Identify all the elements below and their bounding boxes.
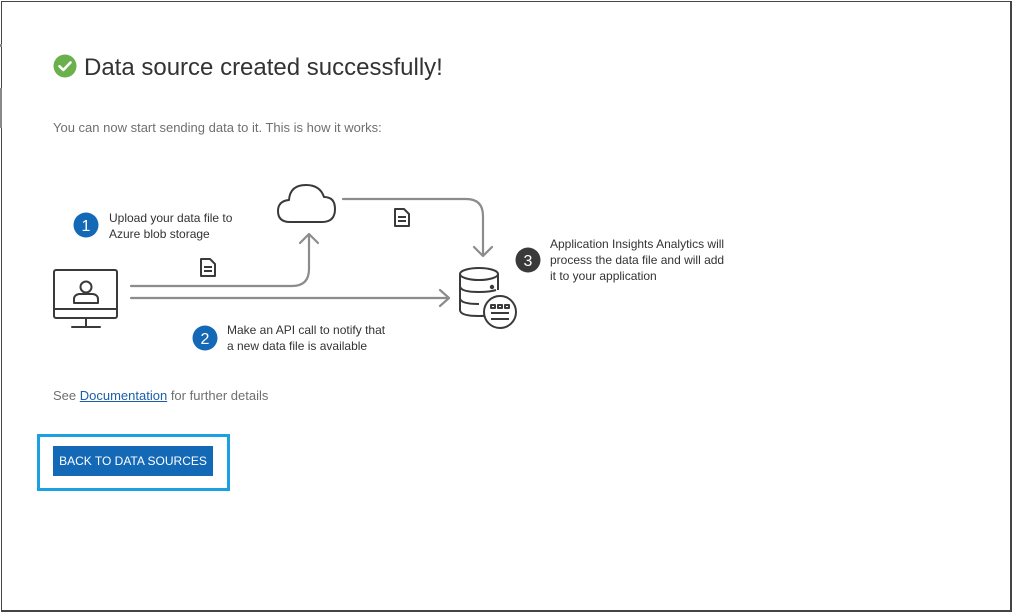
step-3-line: Application Insights Analytics will xyxy=(550,237,725,251)
step-2-label: Make an API call to notify that a new da… xyxy=(227,322,385,354)
step-1-label: Upload your data file to Azure blob stor… xyxy=(109,210,232,242)
step-3-line: it to your application xyxy=(550,269,657,283)
documentation-prefix: See xyxy=(53,388,80,403)
window-edge-mark xyxy=(0,88,2,128)
back-to-data-sources-button[interactable]: BACK TO DATA SOURCES xyxy=(53,446,213,476)
documentation-note: See Documentation for further details xyxy=(53,388,268,403)
check-circle-icon xyxy=(53,54,77,78)
page-title: Data source created successfully! xyxy=(84,54,443,81)
page-container xyxy=(1,1,1012,612)
step-1-line: Azure blob storage xyxy=(109,227,210,241)
step-3-label: Application Insights Analytics will proc… xyxy=(550,236,724,284)
documentation-link[interactable]: Documentation xyxy=(80,388,167,403)
step-3-line: process the data file and will add xyxy=(550,253,725,267)
window-edge-mark xyxy=(0,44,2,47)
intro-text: You can now start sending data to it. Th… xyxy=(53,120,382,135)
step-2-line: Make an API call to notify that xyxy=(227,323,386,337)
documentation-suffix: for further details xyxy=(167,388,269,403)
step-2-line: a new data file is available xyxy=(227,339,368,353)
step-1-line: Upload your data file to xyxy=(109,211,233,225)
